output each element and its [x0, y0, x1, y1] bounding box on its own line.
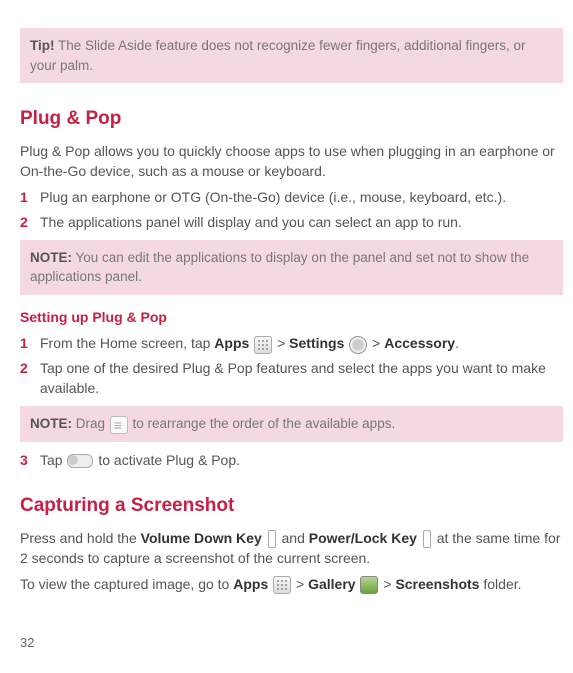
separator: > — [273, 335, 289, 351]
note-label: NOTE: — [30, 416, 72, 431]
note-label: NOTE: — [30, 250, 72, 265]
plug-pop-step: 2 The applications panel will display an… — [20, 212, 563, 232]
volume-down-key-label: Volume Down Key — [141, 530, 262, 546]
power-lock-key-icon — [423, 530, 431, 548]
power-lock-key-label: Power/Lock Key — [309, 530, 417, 546]
note-pre: Drag — [76, 416, 109, 431]
tip-box: Tip! The Slide Aside feature does not re… — [20, 28, 563, 83]
capturing-p1: Press and hold the Volume Down Key and P… — [20, 528, 563, 569]
text-segment: From the Home screen, tap — [40, 335, 214, 351]
setup-subheading: Setting up Plug & Pop — [20, 307, 563, 327]
note-text: You can edit the applications to display… — [30, 250, 529, 285]
separator: > — [368, 335, 384, 351]
setup-step: 2 Tap one of the desired Plug & Pop feat… — [20, 358, 563, 399]
apps-icon — [254, 336, 272, 354]
apps-label: Apps — [214, 335, 249, 351]
text-segment: to activate Plug & Pop. — [94, 452, 240, 468]
page-number: 32 — [20, 634, 563, 653]
toggle-icon — [67, 454, 93, 468]
step-text: Tap one of the desired Plug & Pop featur… — [40, 358, 563, 399]
tip-text: The Slide Aside feature does not recogni… — [30, 38, 526, 73]
gallery-icon — [360, 576, 378, 594]
settings-label: Settings — [289, 335, 344, 351]
screenshots-label: Screenshots — [395, 576, 479, 592]
accessory-label: Accessory — [384, 335, 455, 351]
setup-step: 1 From the Home screen, tap Apps > Setti… — [20, 333, 563, 353]
step-number: 3 — [20, 450, 36, 470]
separator: > — [292, 576, 308, 592]
drag-icon — [110, 416, 128, 434]
settings-icon — [349, 336, 367, 354]
step-number: 2 — [20, 358, 36, 399]
plug-pop-intro: Plug & Pop allows you to quickly choose … — [20, 141, 563, 182]
plug-pop-heading: Plug & Pop — [20, 105, 563, 133]
activate-step: 3 Tap to activate Plug & Pop. — [20, 450, 563, 470]
plug-pop-step: 1 Plug an earphone or OTG (On-the-Go) de… — [20, 187, 563, 207]
text-segment: folder. — [479, 576, 521, 592]
note-post: to rearrange the order of the available … — [129, 416, 395, 431]
step-body: Tap to activate Plug & Pop. — [40, 450, 563, 470]
text-segment: Tap — [40, 452, 66, 468]
volume-down-key-icon — [268, 530, 276, 548]
apps-icon — [273, 576, 291, 594]
capturing-heading: Capturing a Screenshot — [20, 492, 563, 520]
step-text: Plug an earphone or OTG (On-the-Go) devi… — [40, 187, 563, 207]
text-segment: To view the captured image, go to — [20, 576, 233, 592]
separator: > — [379, 576, 395, 592]
step-number: 1 — [20, 333, 36, 353]
step-body: From the Home screen, tap Apps > Setting… — [40, 333, 563, 353]
text-segment: Press and hold the — [20, 530, 141, 546]
note-box: NOTE: You can edit the applications to d… — [20, 240, 563, 295]
tip-label: Tip! — [30, 38, 55, 53]
gallery-label: Gallery — [308, 576, 355, 592]
text-segment: . — [455, 335, 459, 351]
apps-label: Apps — [233, 576, 268, 592]
capturing-p2: To view the captured image, go to Apps >… — [20, 574, 563, 594]
text-segment: and — [278, 530, 309, 546]
step-text: The applications panel will display and … — [40, 212, 563, 232]
step-number: 1 — [20, 187, 36, 207]
note-box: NOTE: Drag to rearrange the order of the… — [20, 406, 563, 442]
step-number: 2 — [20, 212, 36, 232]
